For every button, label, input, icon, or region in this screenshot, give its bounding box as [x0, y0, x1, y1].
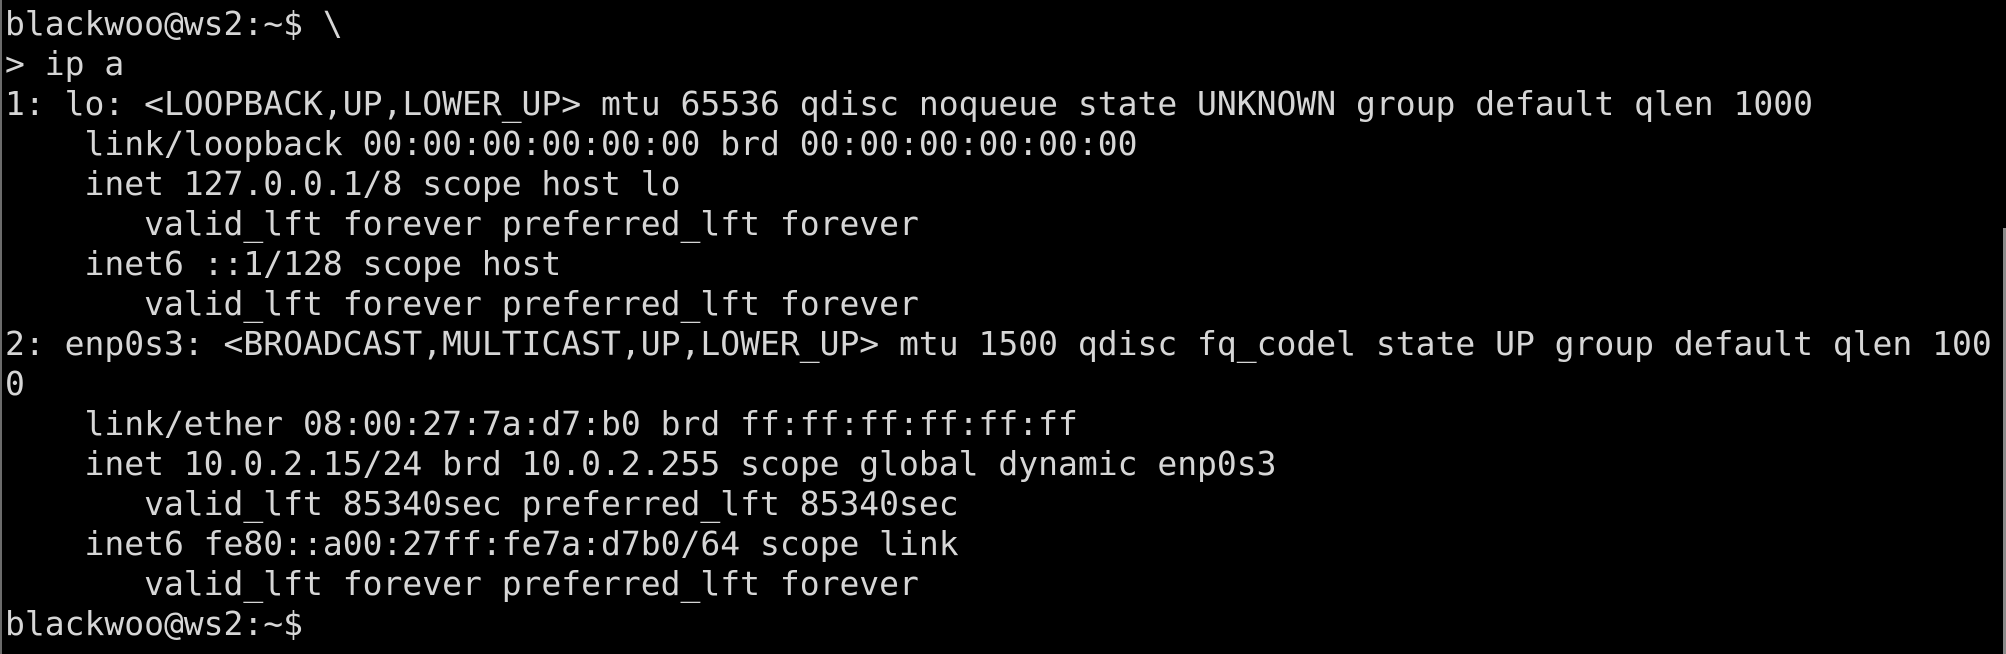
terminal-line-lo-inet-lifetime: valid_lft forever preferred_lft forever — [5, 204, 919, 243]
terminal-output[interactable]: blackwoo@ws2:~$ \ > ip a 1: lo: <LOOPBACK,… — [5, 4, 2006, 644]
terminal-line-enp0s3-link: link/ether 08:00:27:7a:d7:b0 brd ff:ff:f… — [5, 404, 1078, 443]
terminal-line-enp0s3-header-wrap: 0 — [5, 364, 25, 403]
terminal-line-command: > ip a — [5, 44, 125, 83]
terminal-line-enp0s3-inet-lifetime: valid_lft 85340sec preferred_lft 85340se… — [5, 484, 959, 523]
terminal-line-lo-inet6-lifetime: valid_lft forever preferred_lft forever — [5, 284, 919, 323]
terminal-line-prompt-2: blackwoo@ws2:~$ — [5, 604, 304, 643]
terminal-line-lo-inet: inet 127.0.0.1/8 scope host lo — [5, 164, 681, 203]
terminal-line-prompt-1: blackwoo@ws2:~$ \ — [5, 4, 343, 43]
terminal-line-enp0s3-inet6: inet6 fe80::a00:27ff:fe7a:d7b0/64 scope … — [5, 524, 959, 563]
terminal-line-lo-link: link/loopback 00:00:00:00:00:00 brd 00:0… — [5, 124, 1138, 163]
terminal-line-lo-header: 1: lo: <LOOPBACK,UP,LOWER_UP> mtu 65536 … — [5, 84, 1813, 123]
terminal-line-enp0s3-inet6-lifetime: valid_lft forever preferred_lft forever — [5, 564, 919, 603]
terminal-window[interactable]: blackwoo@ws2:~$ \ > ip a 1: lo: <LOOPBACK,… — [0, 0, 2006, 654]
terminal-line-lo-inet6: inet6 ::1/128 scope host — [5, 244, 562, 283]
terminal-line-enp0s3-inet: inet 10.0.2.15/24 brd 10.0.2.255 scope g… — [5, 444, 1277, 483]
terminal-line-enp0s3-header: 2: enp0s3: <BROADCAST,MULTICAST,UP,LOWER… — [5, 324, 1992, 363]
